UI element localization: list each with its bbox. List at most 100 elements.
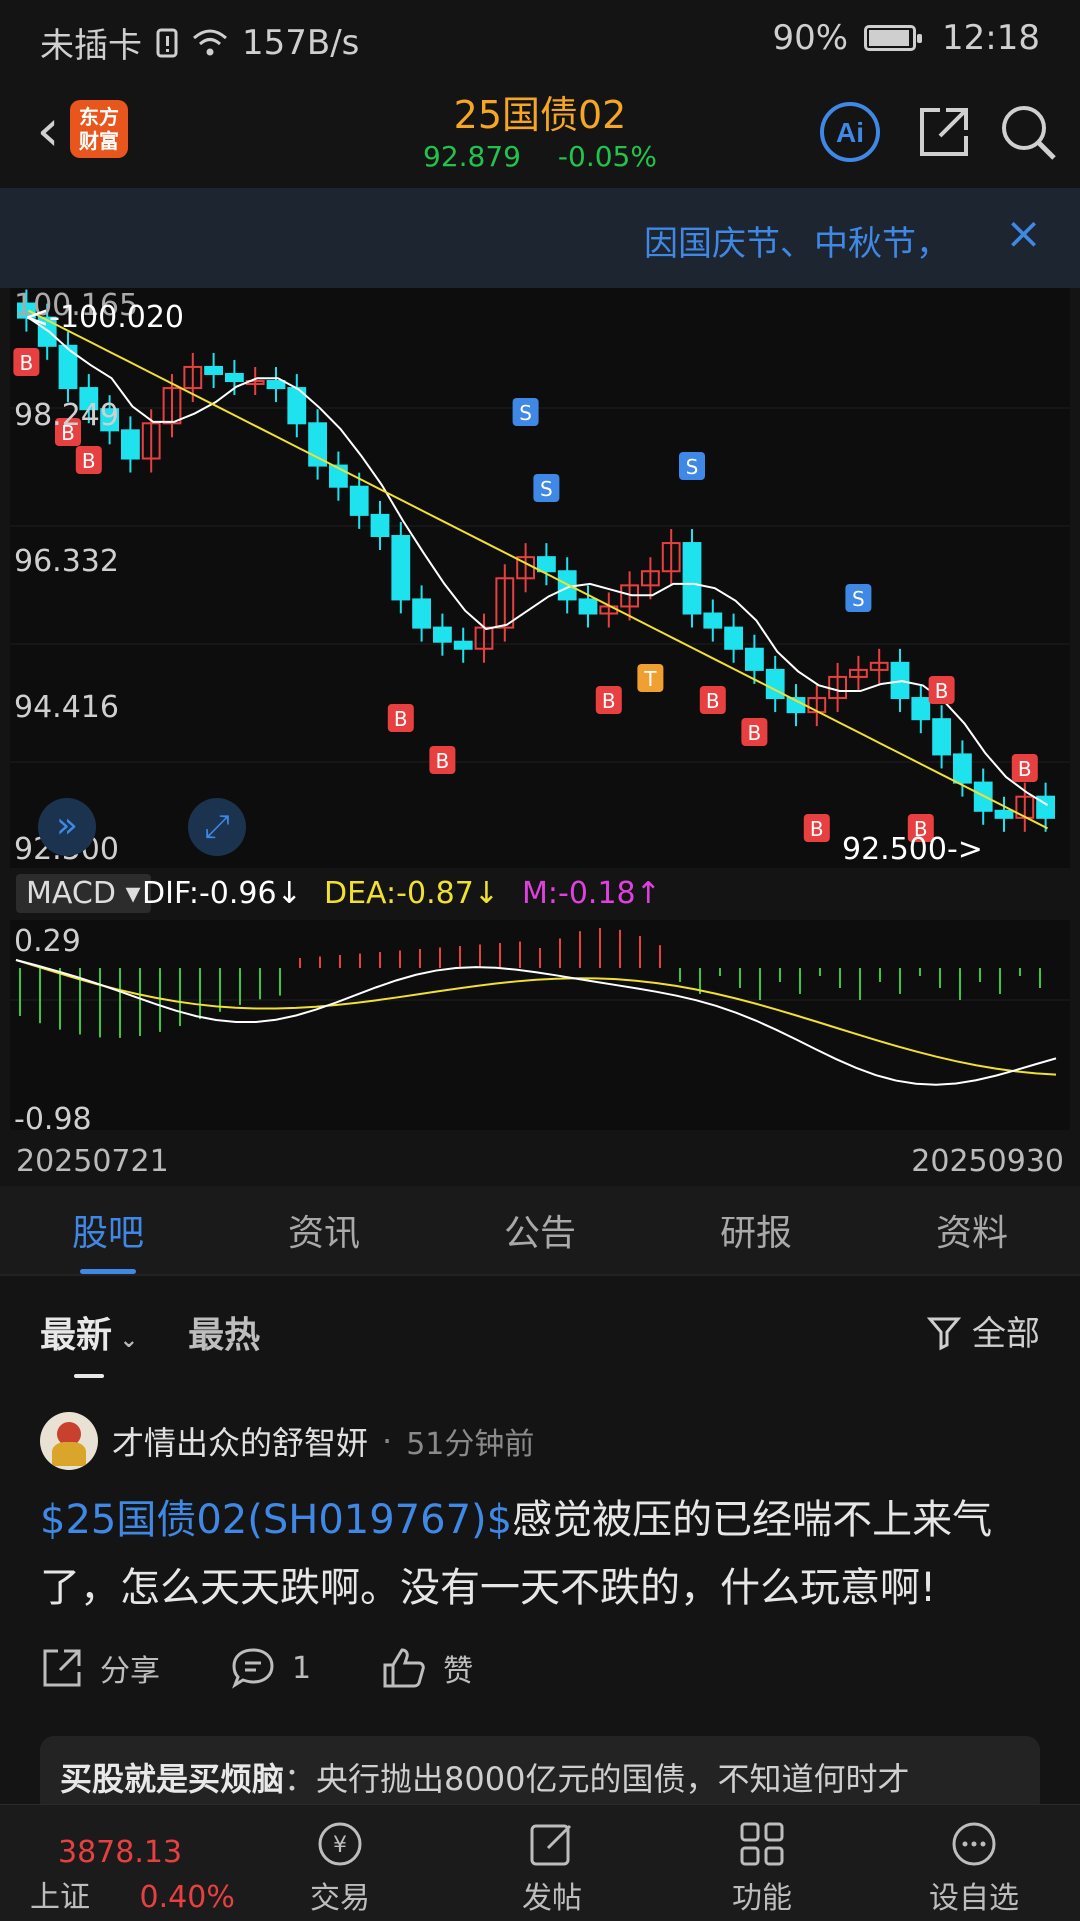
signal-marker-sell: S [679, 452, 705, 480]
notice-text: 因国庆节、中秋节， [644, 224, 950, 264]
price-change: -0.05% [557, 140, 657, 173]
post-time: 51分钟前 [406, 1427, 535, 1462]
tab-news[interactable]: 资讯 [288, 1204, 360, 1256]
signal-letter: T [643, 667, 657, 691]
trade-yen-icon: ¥ [318, 1822, 362, 1866]
post-author-row[interactable]: 才情出众的舒智妍 · 51分钟前 [40, 1412, 534, 1470]
thumbs-up-icon [383, 1648, 425, 1688]
share-out-icon[interactable] [912, 100, 976, 164]
carrier-text: 未插卡 [40, 26, 142, 66]
net-speed: 157B/s [242, 22, 360, 63]
signal-marker-buy: B [387, 704, 414, 732]
signal-marker-buy: B [741, 718, 768, 746]
tab-guba[interactable]: 股吧 [72, 1204, 144, 1274]
nav-trade[interactable]: ¥ 交易 [270, 1815, 410, 1917]
candle [911, 697, 931, 721]
candle [225, 372, 244, 383]
tab-research[interactable]: 研报 [720, 1204, 792, 1256]
search-icon[interactable] [996, 100, 1060, 164]
candle [682, 542, 702, 615]
fullscreen-icon[interactable]: ⤢ [188, 798, 246, 856]
candle [453, 640, 473, 650]
wifi-icon [193, 29, 227, 55]
signal-marker-buy: B [699, 686, 726, 714]
date-axis: 20250721 20250930 [0, 1142, 1080, 1182]
ai-icon[interactable]: Ai [818, 100, 882, 164]
sort-newest[interactable]: 最新 ⌄ [40, 1306, 138, 1378]
avatar[interactable] [40, 1412, 98, 1470]
macd-bottom-label: -0.98 [14, 1102, 92, 1137]
holiday-notice-banner[interactable]: 因国庆节、中秋节， × [0, 188, 1080, 288]
macd-top-label: 0.29 [14, 924, 81, 959]
expand-right-icon[interactable]: » [38, 798, 96, 856]
candle [412, 598, 432, 629]
svg-text:Ai: Ai [836, 117, 864, 148]
more-icon [952, 1822, 996, 1866]
signal-letter: B [394, 707, 408, 731]
nav-functions[interactable]: 功能 [692, 1815, 832, 1917]
signal-marker-t: T [637, 664, 664, 692]
signal-marker-buy: B [75, 446, 102, 474]
macd-selector[interactable]: MACD ▾ [16, 874, 151, 913]
section-tabs: 股吧 资讯 公告 研报 资料 [0, 1186, 1080, 1276]
clock: 12:18 [942, 18, 1040, 58]
filter-button[interactable]: 全部 [926, 1306, 1040, 1355]
share-icon [43, 1649, 81, 1687]
candle [370, 513, 390, 538]
candle [994, 809, 1014, 819]
compose-icon [530, 1824, 572, 1866]
macd-chart[interactable]: 0.29 -0.98 [10, 920, 1070, 1137]
comment-action[interactable]: 1 [230, 1646, 311, 1690]
candle [537, 556, 556, 573]
signal-marker-buy: B [429, 746, 456, 774]
close-icon[interactable]: × [1005, 208, 1042, 259]
signal-letter: B [748, 721, 762, 745]
nav-add-watchlist[interactable]: 设自选 [904, 1815, 1044, 1917]
stock-link[interactable]: $25国债02(SH019767)$ [40, 1497, 512, 1543]
stock-header: ‹ 东方财富 25国债02 92.879 -0.05% Ai [0, 78, 1080, 188]
quote-text: ：央行抛出8000亿元的国债，不知道何时才 [284, 1760, 910, 1798]
index-change: 0.40% [139, 1880, 235, 1915]
post-feed: 最新 ⌄ 最热 全部 才情出众的舒智妍 · 51分钟前 $25国债02(SH01… [0, 1276, 1080, 1816]
price-label-4: 94.416 [14, 690, 119, 725]
battery-icon [864, 25, 923, 51]
signal-letter: B [1018, 757, 1032, 781]
dif-label: DIF:-0.96 [142, 876, 277, 911]
tab-announcement[interactable]: 公告 [504, 1204, 576, 1256]
dot-separator: · [382, 1422, 393, 1460]
post-body[interactable]: $25国债02(SH019767)$感觉被压的已经喘不上来气了，怎么天天跌啊。没… [40, 1486, 1050, 1622]
price-label-2: 98.249 [14, 398, 119, 433]
index-ticker[interactable]: 3878.13 上证 0.40% [30, 1821, 235, 1916]
current-price: 92.879 [423, 140, 521, 173]
sort-hottest[interactable]: 最热 [188, 1306, 260, 1358]
battery-percent: 90% [772, 18, 849, 58]
candle [349, 485, 369, 516]
signal-marker-buy: B [803, 814, 830, 842]
author-name[interactable]: 才情出众的舒智妍 [112, 1418, 368, 1464]
share-label: 分享 [100, 1654, 160, 1689]
candle [953, 753, 972, 784]
comment-count: 1 [292, 1650, 312, 1686]
macd-legend: MACD ▾ DIF:-0.96↓ DEA:-0.87↓ M:-0.18↑ [0, 872, 1080, 916]
candle [308, 422, 328, 467]
signal-letter: B [810, 817, 824, 841]
like-action[interactable]: 赞 [381, 1646, 473, 1690]
dea-value: DEA:-0.87↓ [324, 876, 499, 911]
tab-profile[interactable]: 资料 [936, 1204, 1008, 1256]
candle [391, 535, 411, 601]
candle [932, 718, 952, 756]
nav-post[interactable]: 发帖 [482, 1815, 622, 1917]
share-action[interactable]: 分享 [40, 1646, 160, 1690]
candle [121, 429, 140, 460]
signal-marker-sell: S [512, 398, 539, 426]
comment-icon [232, 1648, 274, 1689]
nav-add-watchlist-label: 设自选 [929, 1881, 1019, 1916]
kline-chart[interactable]: BBBBBSSBSBTBBSBBB 100.165 98.249 96.332 … [10, 288, 1070, 868]
bottom-nav: 3878.13 上证 0.40% ¥ 交易 发帖 功能 设自选 [0, 1804, 1080, 1921]
signal-letter: B [436, 749, 450, 773]
price-label-3: 96.332 [14, 544, 119, 579]
quote-author[interactable]: 买股就是买烦脑 [60, 1760, 284, 1798]
macd-svg [10, 928, 1070, 1086]
kline-svg: BBBBBSSBSBTBBSBBB [10, 289, 1070, 842]
svg-text:¥: ¥ [333, 1833, 347, 1858]
